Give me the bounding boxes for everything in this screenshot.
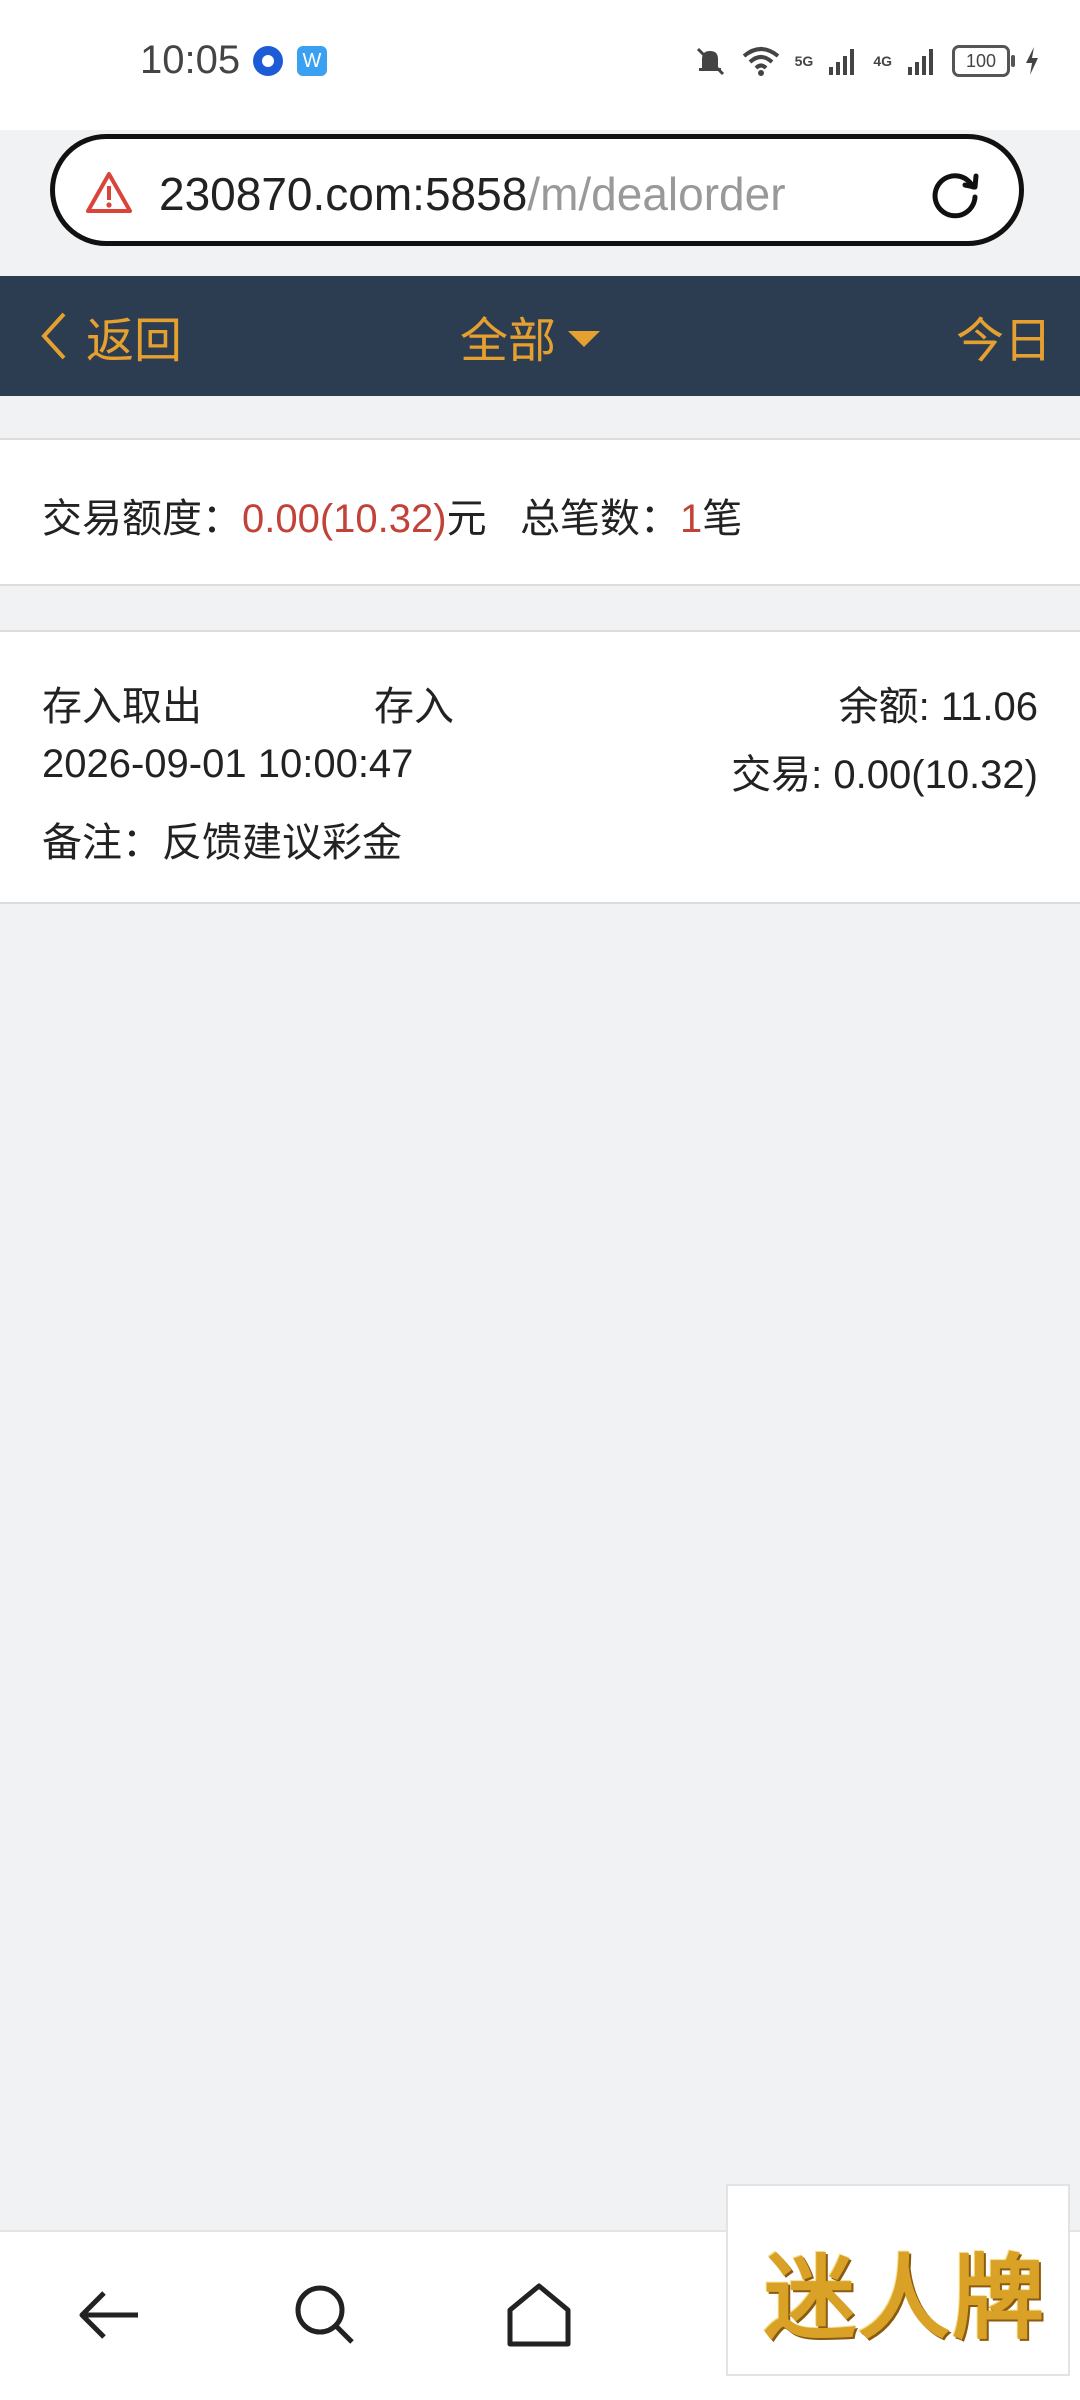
- record-type: 存入: [374, 685, 454, 729]
- amount-label: 交易额度：: [42, 497, 242, 541]
- notification-dot-icon: [253, 46, 283, 76]
- floating-ad[interactable]: 迷人牌: [726, 2184, 1070, 2376]
- today-button[interactable]: 今日: [956, 276, 1052, 396]
- transaction-record[interactable]: 存入取出 存入 余额: 11.06 2026-09-01 10:00:47 交易…: [0, 630, 1080, 904]
- filter-dropdown[interactable]: 全部: [460, 276, 601, 396]
- app-notification-icon: W: [297, 46, 327, 76]
- signal-icon: [829, 49, 855, 75]
- status-indicators: 5G 4G 100: [693, 44, 1040, 78]
- url-text[interactable]: 230870.com:5858/m/dealorder: [159, 167, 786, 221]
- reload-icon[interactable]: [927, 165, 983, 221]
- count-unit: 笔: [702, 497, 743, 541]
- record-time: 2026-09-01 10:00:47: [42, 742, 414, 786]
- filter-label: 全部: [460, 315, 557, 368]
- count-label: 总笔数：: [519, 497, 680, 541]
- warning-icon[interactable]: [85, 171, 133, 215]
- status-time: 10:05: [140, 38, 241, 82]
- search-icon[interactable]: [290, 2280, 360, 2350]
- top-navigation-bar: 返回 全部 今日: [0, 276, 1080, 396]
- back-button[interactable]: 返回: [38, 276, 182, 396]
- summary-panel: 交易额度：0.00(10.32)元 总笔数：1笔: [0, 438, 1080, 586]
- back-label: 返回: [86, 315, 183, 368]
- home-icon[interactable]: [504, 2280, 574, 2350]
- network-4g-label: 4G: [873, 53, 892, 69]
- url-host: 230870.com:5858: [159, 168, 528, 220]
- ad-text: 迷人牌: [764, 2244, 1047, 2352]
- count-value: 1: [679, 497, 703, 541]
- mute-bell-icon: [696, 47, 724, 76]
- record-category: 存入取出: [42, 685, 202, 729]
- record-balance: 余额: 11.06: [838, 685, 1038, 729]
- status-bar: 10:05 W 5G 4G 100: [0, 0, 1080, 130]
- amount-unit: 元: [446, 497, 487, 541]
- back-arrow-icon[interactable]: [74, 2280, 144, 2350]
- charging-icon: [1026, 47, 1038, 75]
- address-bar[interactable]: 230870.com:5858/m/dealorder: [50, 134, 1024, 246]
- url-path: /m/dealorder: [527, 168, 786, 220]
- today-label: 今日: [955, 315, 1052, 368]
- battery-icon: 100: [952, 45, 1015, 77]
- signal-icon-2: [908, 49, 933, 75]
- wifi-icon: [742, 47, 779, 76]
- record-note: 备注：反馈建议彩金: [42, 821, 402, 865]
- caret-down-icon: [568, 331, 601, 347]
- network-5g-label: 5G: [794, 53, 814, 69]
- summary-line: 交易额度：0.00(10.32)元 总笔数：1笔: [42, 486, 742, 544]
- amount-value: 0.00(10.32): [242, 497, 447, 541]
- record-trade: 交易: 0.00(10.32): [731, 753, 1038, 797]
- chevron-left-icon: [41, 312, 66, 360]
